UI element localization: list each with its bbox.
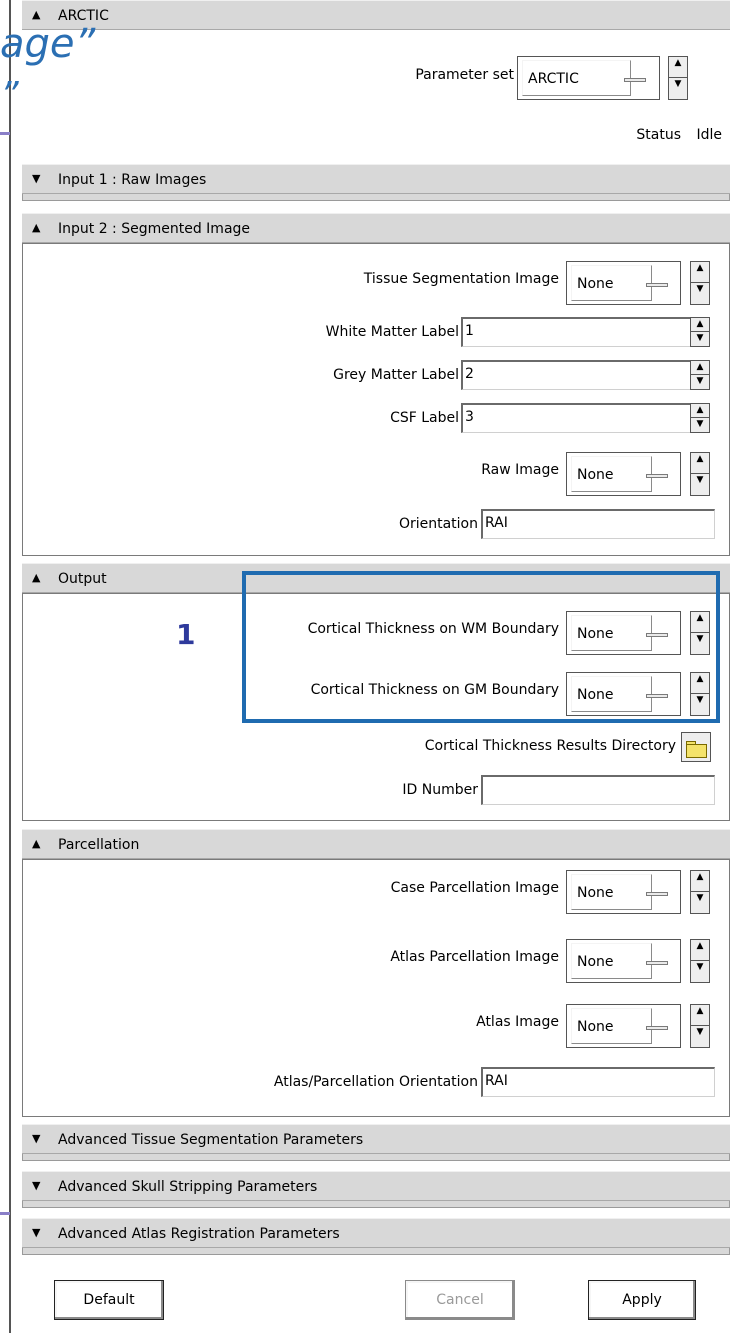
atlas-parc-label: Atlas Parcellation Image <box>390 949 559 965</box>
triangle-up-icon: ▲ <box>32 8 41 21</box>
section-input2-header[interactable]: ▲ Input 2 : Segmented Image <box>22 213 730 243</box>
tissue-seg-value: None <box>577 276 614 292</box>
arrow-down-icon[interactable]: ▼ <box>691 1026 709 1047</box>
wm-label-field[interactable]: 1 <box>461 317 691 347</box>
csf-label-field[interactable]: 3 <box>461 403 691 433</box>
slide-overlay-quote: ” <box>0 75 19 116</box>
raw-image-value: None <box>577 467 614 483</box>
parameter-set-label: Parameter set <box>415 67 514 83</box>
option-menu-indicator-icon <box>646 283 668 287</box>
arrow-up-icon[interactable]: ▲ <box>691 404 709 418</box>
section-adv-skull-title: Advanced Skull Stripping Parameters <box>58 1179 318 1195</box>
window-left-border <box>9 0 11 1333</box>
triangle-up-icon: ▲ <box>32 221 41 234</box>
arrow-up-icon[interactable]: ▲ <box>691 940 709 961</box>
highlight-box <box>242 571 720 723</box>
raw-image-spinner[interactable]: ▲ ▼ <box>690 452 710 496</box>
option-menu-indicator-icon <box>646 1026 668 1030</box>
section-output-title: Output <box>58 571 107 587</box>
section-adv-tissue-header[interactable]: ▼ Advanced Tissue Segmentation Parameter… <box>22 1124 730 1154</box>
atlas-image-spinner[interactable]: ▲ ▼ <box>690 1004 710 1048</box>
triangle-down-icon: ▼ <box>32 1132 41 1145</box>
atlas-image-value: None <box>577 1019 614 1035</box>
results-dir-label: Cortical Thickness Results Directory <box>424 738 676 754</box>
slide-overlay-text: age” <box>0 21 96 67</box>
arrow-up-icon[interactable]: ▲ <box>691 453 709 474</box>
atlas-image-label: Atlas Image <box>476 1014 559 1030</box>
arrow-up-icon[interactable]: ▲ <box>691 262 709 283</box>
section-input1-header[interactable]: ▼ Input 1 : Raw Images <box>22 164 730 194</box>
arctic-module-panel: ▲ ARCTIC age” ” Parameter set ARCTIC ▲ ▼… <box>0 0 731 1333</box>
section-input2-title: Input 2 : Segmented Image <box>58 221 251 237</box>
status-label: Status <box>636 127 681 143</box>
section-adv-skull-body <box>22 1201 730 1208</box>
arrow-down-icon[interactable]: ▼ <box>669 78 687 99</box>
wm-label-label: White Matter Label <box>325 324 459 340</box>
tissue-seg-label: Tissue Segmentation Image <box>363 271 559 287</box>
section-adv-atlas-body <box>22 1248 730 1255</box>
csf-label-label: CSF Label <box>390 410 459 426</box>
arrow-up-icon[interactable]: ▲ <box>691 318 709 332</box>
slide-bullet-mark <box>0 132 10 135</box>
triangle-up-icon: ▲ <box>32 837 41 850</box>
arrow-down-icon[interactable]: ▼ <box>691 961 709 982</box>
apply-button[interactable]: Apply <box>588 1280 696 1320</box>
case-parc-value: None <box>577 885 614 901</box>
triangle-down-icon: ▼ <box>32 172 41 185</box>
raw-image-label: Raw Image <box>481 462 559 478</box>
id-number-label: ID Number <box>402 782 478 798</box>
section-input1-body <box>22 194 730 201</box>
arrow-up-icon[interactable]: ▲ <box>691 871 709 892</box>
triangle-up-icon: ▲ <box>32 571 41 584</box>
callout-number: 1 <box>176 618 196 651</box>
default-button[interactable]: Default <box>54 1280 164 1320</box>
arrow-down-icon[interactable]: ▼ <box>691 283 709 304</box>
triangle-down-icon: ▼ <box>32 1179 41 1192</box>
section-adv-skull-header[interactable]: ▼ Advanced Skull Stripping Parameters <box>22 1171 730 1201</box>
section-adv-tissue-title: Advanced Tissue Segmentation Parameters <box>58 1132 364 1148</box>
parameter-set-spinner[interactable]: ▲ ▼ <box>668 56 688 100</box>
tissue-seg-spinner[interactable]: ▲ ▼ <box>690 261 710 305</box>
option-menu-indicator-icon <box>624 78 646 82</box>
cancel-button[interactable]: Cancel <box>405 1280 515 1320</box>
case-parc-label: Case Parcellation Image <box>390 880 559 896</box>
gm-label-field[interactable]: 2 <box>461 360 691 390</box>
arrow-down-icon[interactable]: ▼ <box>691 332 709 346</box>
option-menu-indicator-icon <box>646 892 668 896</box>
wm-label-spinner[interactable]: ▲ ▼ <box>690 317 710 347</box>
status-value: Idle <box>696 127 722 143</box>
folder-icon[interactable] <box>681 732 711 762</box>
section-adv-atlas-header[interactable]: ▼ Advanced Atlas Registration Parameters <box>22 1218 730 1248</box>
arrow-down-icon[interactable]: ▼ <box>691 375 709 389</box>
orientation-label: Orientation <box>398 516 478 532</box>
option-menu-indicator-icon <box>646 474 668 478</box>
section-adv-atlas-title: Advanced Atlas Registration Parameters <box>58 1226 340 1242</box>
arrow-up-icon[interactable]: ▲ <box>669 57 687 78</box>
arrow-up-icon[interactable]: ▲ <box>691 1005 709 1026</box>
section-adv-tissue-body <box>22 1154 730 1161</box>
gm-label-spinner[interactable]: ▲ ▼ <box>690 360 710 390</box>
case-parc-spinner[interactable]: ▲ ▼ <box>690 870 710 914</box>
atlas-orientation-label: Atlas/Parcellation Orientation <box>273 1074 478 1090</box>
id-number-field[interactable] <box>481 775 715 805</box>
triangle-down-icon: ▼ <box>32 1226 41 1239</box>
arrow-down-icon[interactable]: ▼ <box>691 474 709 495</box>
slide-bullet-mark <box>0 1212 10 1215</box>
orientation-field[interactable]: RAI <box>481 509 715 539</box>
arrow-up-icon[interactable]: ▲ <box>691 361 709 375</box>
csf-label-spinner[interactable]: ▲ ▼ <box>690 403 710 433</box>
section-parcellation-title: Parcellation <box>58 837 140 853</box>
arrow-down-icon[interactable]: ▼ <box>691 892 709 913</box>
atlas-orientation-field[interactable]: RAI <box>481 1067 715 1097</box>
parameter-set-value: ARCTIC <box>528 71 579 87</box>
window-header[interactable]: ▲ ARCTIC <box>22 0 730 30</box>
atlas-parc-value: None <box>577 954 614 970</box>
option-menu-indicator-icon <box>646 961 668 965</box>
arrow-down-icon[interactable]: ▼ <box>691 418 709 432</box>
atlas-parc-spinner[interactable]: ▲ ▼ <box>690 939 710 983</box>
gm-label-label: Grey Matter Label <box>333 367 459 383</box>
section-input1-title: Input 1 : Raw Images <box>58 172 207 188</box>
section-parcellation-header[interactable]: ▲ Parcellation <box>22 829 730 859</box>
